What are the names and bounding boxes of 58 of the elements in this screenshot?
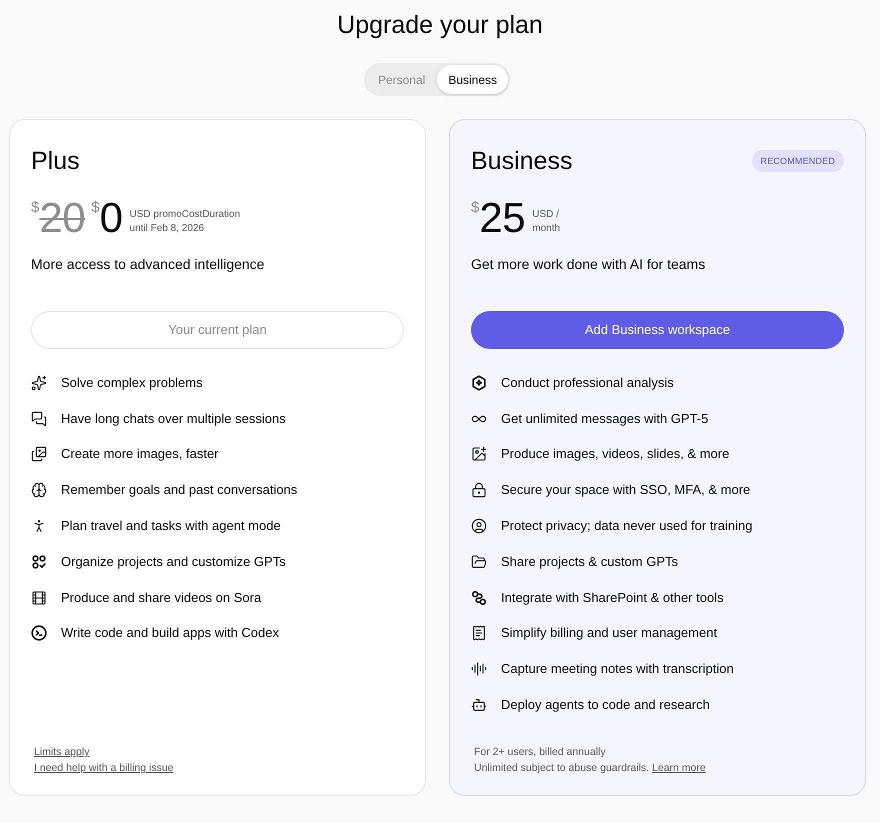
lock-icon xyxy=(471,482,487,498)
linked-nodes-icon xyxy=(471,590,487,606)
terminal-icon xyxy=(31,625,47,642)
feature-text: Have long chats over multiple sessions xyxy=(61,410,286,428)
receipt-icon xyxy=(471,625,487,642)
chat-bubbles-icon xyxy=(31,410,47,427)
feature-text: Write code and build apps with Codex xyxy=(61,624,279,642)
plan-name: Business xyxy=(471,146,572,177)
footer-link[interactable]: I need help with a billing issue xyxy=(34,760,174,776)
plan-description: More access to advanced intelligence xyxy=(31,255,266,274)
feature-text: Get unlimited messages with GPT-5 xyxy=(501,410,708,428)
feature-text: Solve complex problems xyxy=(61,374,203,392)
feature-text: Simplify billing and user management xyxy=(501,624,718,642)
footer-link[interactable]: Limits apply xyxy=(34,744,90,760)
feature-text: Conduct professional analysis xyxy=(501,374,674,392)
price-note: month xyxy=(532,222,560,236)
film-icon xyxy=(31,590,47,606)
user-circle-icon xyxy=(471,518,487,534)
price-amount: 25 xyxy=(479,194,526,242)
feature-text: Deploy agents to code and research xyxy=(501,696,710,714)
currency-symbol: $ xyxy=(31,200,40,216)
audio-lines-icon xyxy=(471,661,487,678)
plan-button[interactable]: Add Business workspace xyxy=(471,311,844,349)
feature-text: Protect privacy; data never used for training xyxy=(501,517,752,536)
folder-icon xyxy=(471,554,487,570)
brain-icon xyxy=(31,482,47,498)
robot-icon xyxy=(471,697,487,714)
feature-text: Capture meeting notes with transcription xyxy=(501,660,734,678)
circles-check-icon xyxy=(31,554,47,570)
feature-text: Produce and share videos on Sora xyxy=(61,588,262,607)
sparkles-icon xyxy=(31,374,47,391)
price-note: USD promoCostDuration xyxy=(130,208,240,222)
plan-type-tab[interactable]: Business xyxy=(437,65,508,94)
currency-symbol: $ xyxy=(471,200,480,216)
learn-more-link[interactable]: Learn more xyxy=(652,762,706,774)
currency-symbol: $ xyxy=(91,200,100,216)
price-note: until Feb 8, 2026 xyxy=(130,222,206,236)
footer-note: Unlimited subject to abuse guardrails. Learn more xyxy=(474,761,707,776)
plan-description: Get more work done with AI for teams xyxy=(471,255,706,274)
page-title: Upgrade your plan xyxy=(336,10,544,41)
feature-text: Create more images, faster xyxy=(61,445,219,464)
image-plus-icon xyxy=(471,446,487,462)
feature-text: Plan travel and tasks with agent mode xyxy=(61,517,281,536)
hexagon-icon xyxy=(471,374,487,391)
price-amount: 0 xyxy=(100,194,123,242)
feature-text: Integrate with SharePoint & other tools xyxy=(501,588,724,607)
images-icon xyxy=(31,446,47,462)
old-price: 20 xyxy=(39,194,86,242)
feature-text: Secure your space with SSO, MFA, & more xyxy=(501,481,750,500)
feature-text: Produce images, videos, slides, & more xyxy=(501,445,730,464)
feature-text: Share projects & custom GPTs xyxy=(501,552,678,571)
recommended-badge: RECOMMENDED xyxy=(752,150,844,172)
footer-note: For 2+ users, billed annually xyxy=(474,745,607,760)
feature-text: Remember goals and past conversations xyxy=(61,481,298,500)
feature-text: Organize projects and customize GPTs xyxy=(61,552,286,571)
price-note: USD / xyxy=(532,208,560,222)
plan-name: Plus xyxy=(31,146,80,177)
plan-button[interactable]: Your current plan xyxy=(31,311,404,349)
